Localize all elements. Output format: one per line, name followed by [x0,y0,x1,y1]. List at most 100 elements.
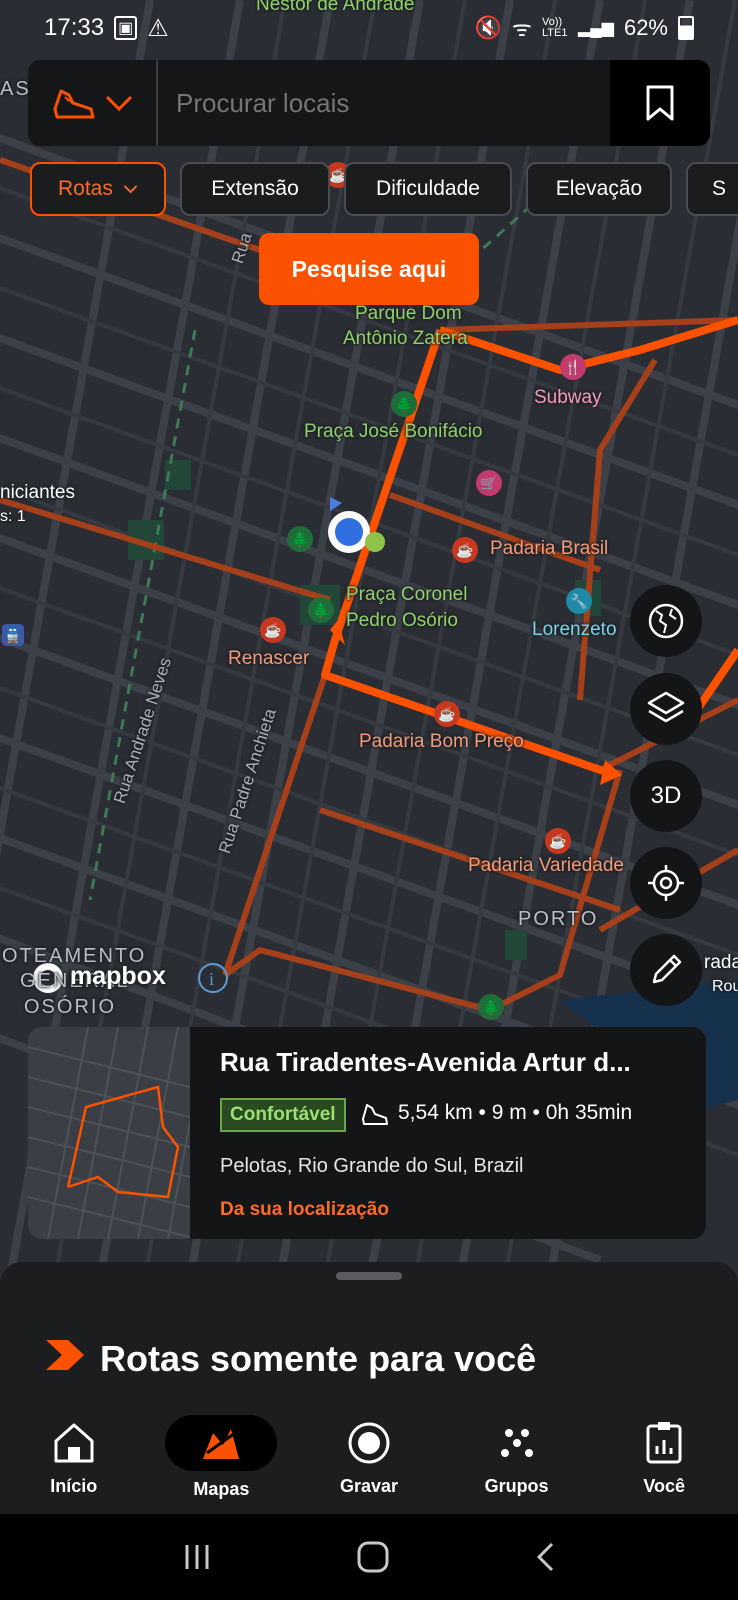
layers-button[interactable] [630,673,702,745]
park-icon[interactable]: 🌲 [308,597,334,623]
map-label: niciantes [0,482,75,503]
3d-button[interactable]: 3D [630,760,702,832]
wifi-icon: ᯤ [511,16,532,41]
map-label: Parque Dom [355,303,462,324]
svg-text:i: i [209,969,214,989]
map-label: Padaria Variedade [468,855,624,876]
map-label: Praça José Bonifácio [304,421,483,442]
route-card[interactable]: Rua Tiradentes-Avenida Artur d... Confor… [28,1027,706,1239]
network-label: Vo)) LTE1 [542,16,568,39]
chip-label: Rotas [58,177,113,200]
nav-grupos[interactable]: Grupos [457,1409,577,1505]
signal-icon: ▂▄▆ [578,20,614,37]
nav-inicio[interactable]: Início [14,1409,134,1505]
pencil-icon [652,954,682,984]
home-icon [54,1423,94,1462]
map-label: Renascer [228,648,310,669]
groups-icon [500,1428,533,1457]
route-from-link[interactable]: Da sua localização [220,1199,389,1221]
park-icon[interactable]: 🌲 [391,391,417,417]
bookmark-button[interactable] [610,60,710,146]
bottom-navigation: Início Mapas Gravar Grupos Você [0,1400,738,1514]
route-thumbnail [28,1027,209,1239]
chip-label: Dificuldade [376,177,480,200]
nav-mapas[interactable]: Mapas [161,1409,281,1505]
sheet-drag-handle[interactable] [336,1272,402,1280]
sheet-title: Rotas somente para você [100,1338,537,1379]
sport-type-selector[interactable] [28,60,158,146]
chevron-down-icon [105,95,133,112]
nav-voce[interactable]: Você [604,1409,724,1505]
route-difficulty-badge: Confortável [220,1098,346,1132]
map-label: Subway [534,387,602,408]
warning-icon: ⚠ [147,14,169,42]
battery-text: 62% [623,15,668,40]
battery-icon [678,16,694,40]
map-label: rada [704,952,738,973]
cafe-icon[interactable]: ☕ [545,828,571,854]
nav-gravar[interactable]: Gravar [309,1409,429,1505]
cafe-icon[interactable]: ☕ [260,617,286,643]
nav-label: Início [50,1475,98,1496]
home-circle-icon[interactable] [356,1540,390,1574]
recent-apps-icon[interactable] [182,1543,212,1571]
nav-label: Você [643,1475,686,1496]
route-title: Rua Tiradentes-Avenida Artur d... [220,1047,631,1077]
locate-button[interactable] [630,847,702,919]
nav-label: Mapas [193,1478,250,1499]
profile-icon [646,1421,682,1463]
bookmark-icon [646,85,674,121]
cafe-icon[interactable]: ☕ [452,537,478,563]
running-shoe-icon [362,1104,388,1125]
map-label: Padaria Bom Preço [359,731,524,752]
filter-chip-more[interactable]: S [686,162,738,216]
route-stats: 5,54 km • 9 m • 0h 35min [398,1101,633,1124]
nav-label: Gravar [339,1475,398,1496]
map-label: OSÓRIO [24,996,117,1018]
filter-chip-rotas[interactable]: Rotas [30,162,166,216]
mapbox-logo: mapbox [70,962,166,990]
train-icon[interactable]: 🚆 [2,624,24,646]
nav-label: Grupos [484,1475,549,1496]
status-bar: 17:33 ▣ ⚠ 🔇 ᯤ Vo)) LTE1 ▂▄▆ 62% [0,0,738,56]
map-label: Praça Coronel [346,584,468,605]
running-shoe-icon [53,89,95,119]
restaurant-icon[interactable]: 🍴 [560,354,586,380]
crosshair-icon [648,865,684,901]
park-icon[interactable]: 🌲 [478,994,504,1020]
map-label: Lorenzeto [532,619,617,640]
chip-label: Extensão [211,177,299,200]
filter-chips: Rotas Extensão Dificuldade Elevação S [30,162,738,218]
map-label: Pedro Osório [346,610,458,631]
filter-chip-extensao[interactable]: Extensão [180,162,330,216]
chevron-down-icon [123,185,138,194]
filter-chip-dificuldade[interactable]: Dificuldade [344,162,512,216]
filter-chip-elevacao[interactable]: Elevação [526,162,672,216]
strava-chevron-icon [46,1340,84,1370]
back-icon[interactable] [534,1541,556,1573]
map-label: Antônio Zatera [343,328,468,349]
layers-icon [647,691,685,723]
park-icon[interactable]: 🌲 [287,526,313,552]
map-label: s: 1 [0,508,26,525]
mute-icon: 🔇 [474,15,502,40]
search-bar [28,60,710,146]
map-label: Rou [712,978,738,995]
status-time: 17:33 [44,14,105,41]
record-icon [348,1422,390,1463]
shopping-cart-icon[interactable]: 🛒 [476,470,502,496]
route-thumbnail-map [28,1027,209,1239]
cafe-icon[interactable]: ☕ [434,701,460,727]
search-input[interactable] [158,86,610,120]
map-label: PORTO [518,908,599,930]
chip-label: S [712,177,727,200]
route-location: Pelotas, Rio Grande do Sul, Brazil [220,1155,524,1177]
globe-button[interactable] [630,585,702,657]
map-label: AS [0,78,31,100]
search-here-button[interactable]: Pesquise aqui [259,233,479,305]
wrench-icon[interactable]: 🔧 [566,588,592,614]
bottom-sheet[interactable]: Rotas somente para você [0,1262,738,1404]
chip-label: Elevação [555,177,643,200]
draw-route-button[interactable] [630,934,702,1006]
globe-icon [648,603,684,639]
